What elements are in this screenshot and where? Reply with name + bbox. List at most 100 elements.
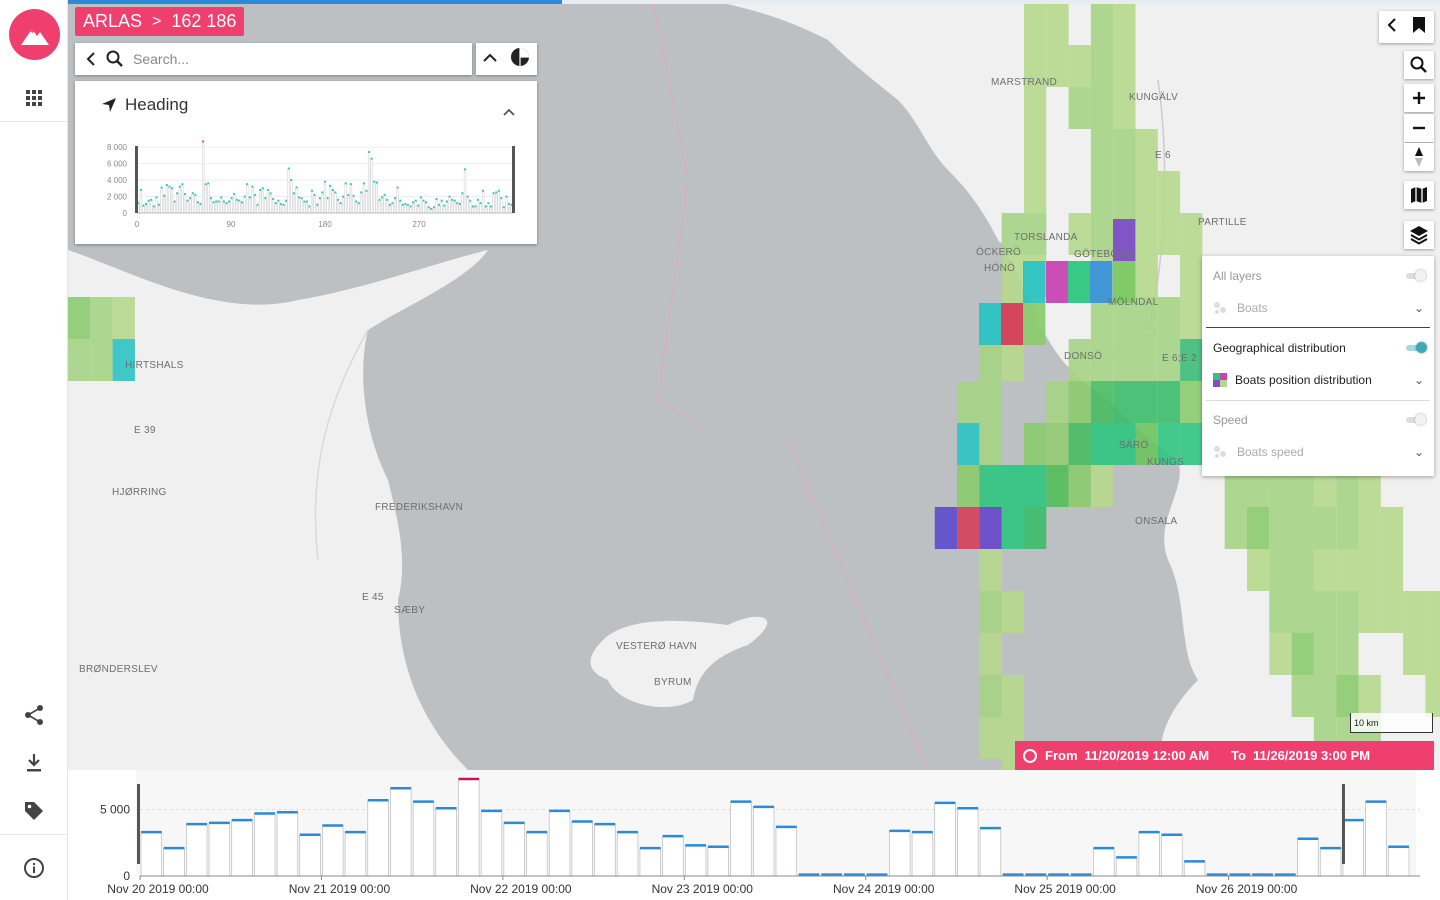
map-place-label: BYRUM [654, 677, 692, 688]
map-grid-cell [1336, 675, 1359, 717]
apps-grid-icon[interactable] [19, 83, 49, 113]
chevron-up-icon[interactable] [483, 50, 497, 68]
basemap-button[interactable] [1404, 181, 1434, 209]
heading-bar [365, 190, 368, 214]
boats-layer-row[interactable]: Boats ⌄ [1202, 292, 1434, 324]
map-grid-cell [1090, 423, 1114, 465]
heading-bar [287, 168, 290, 214]
info-icon[interactable] [19, 853, 49, 883]
boats-position-label: Boats position distribution [1235, 373, 1372, 387]
map-grid-cell [1247, 549, 1270, 591]
heading-bar [393, 197, 397, 214]
speed-toggle[interactable] [1406, 414, 1426, 425]
share-icon[interactable] [19, 700, 49, 730]
time-range-chip[interactable]: From 11/20/2019 12:00 AM To 11/26/2019 3… [1015, 741, 1434, 770]
zoom-in-button[interactable] [1404, 84, 1434, 112]
map-grid-cell [1113, 3, 1136, 45]
search-input[interactable] [133, 43, 472, 75]
geo-distribution-toggle[interactable] [1406, 342, 1427, 353]
map-grid-cell [1090, 3, 1114, 45]
chevron-down-icon[interactable]: ⌄ [1414, 445, 1424, 459]
chevron-left-icon[interactable] [1387, 17, 1397, 37]
download-icon[interactable] [19, 748, 49, 778]
heading-bar [261, 188, 264, 214]
y-tick-label: 8 000 [107, 143, 128, 152]
heading-bar [191, 192, 194, 214]
app-name: ARLAS [83, 11, 143, 31]
y-tick-label: 5 000 [100, 803, 130, 817]
back-icon[interactable] [79, 44, 103, 74]
heading-bar [466, 196, 469, 214]
heading-bar [240, 202, 244, 214]
y-tick-label: 6 000 [107, 160, 128, 169]
app-title-chip[interactable]: ARLAS > 162 186 [75, 7, 245, 36]
map-grid-cell [1313, 549, 1337, 591]
layers-button[interactable] [1404, 221, 1434, 249]
map-grid-cell [1269, 633, 1292, 675]
widget-toggle-group [476, 43, 537, 75]
map-grid-cell [1380, 591, 1404, 633]
timeline-bar [548, 810, 571, 877]
heading-bar [222, 201, 226, 214]
pie-chart-icon[interactable] [510, 47, 530, 72]
map-place-label: ÖCKERÖ [976, 247, 1022, 258]
timeline-bar [163, 847, 185, 877]
heading-bar [443, 205, 446, 214]
timeline-bar [186, 823, 208, 877]
heading-bar [277, 200, 280, 214]
heading-bar [170, 188, 174, 214]
heading-bar [339, 202, 342, 214]
heading-bar [271, 198, 275, 214]
map-grid-cell [1024, 465, 1047, 507]
timeline-handle-right[interactable] [1341, 784, 1345, 864]
timeline-bar [1183, 861, 1206, 877]
heading-bar [380, 197, 384, 214]
arlas-logo[interactable] [9, 9, 60, 60]
heading-histogram[interactable]: 0 2 000 4 000 6 000 8 000 0 90 180 270 [75, 81, 537, 244]
heading-bar [279, 203, 283, 214]
map-grid-cell [1135, 171, 1158, 213]
heading-bar [331, 189, 334, 214]
timeline-handle-left[interactable] [137, 784, 140, 864]
heading-bar [386, 199, 389, 214]
timeline-bar [957, 807, 979, 877]
heading-bar [165, 184, 168, 214]
all-layers-toggle[interactable] [1406, 270, 1426, 281]
boats-position-row[interactable]: Boats position distribution ⌄ [1202, 364, 1434, 396]
speed-label: Speed [1213, 413, 1248, 427]
range-handle-right[interactable] [512, 146, 515, 213]
map-search-button[interactable] [1404, 51, 1434, 79]
zoom-out-button[interactable] [1404, 114, 1434, 142]
map-grid-cell [1336, 507, 1359, 549]
map-grid-cell [1403, 591, 1426, 633]
timeline-bar [140, 831, 163, 877]
mountain-icon [20, 28, 49, 45]
timeline-bar [480, 810, 503, 877]
heading-bar [199, 203, 202, 214]
boats-speed-row[interactable]: Boats speed ⌄ [1202, 436, 1434, 468]
map-grid-cell [979, 465, 1002, 507]
heading-bar [292, 192, 296, 214]
timeline-bar [1115, 857, 1138, 877]
map-grid-cell [1046, 3, 1069, 45]
heading-bar [284, 200, 288, 214]
range-handle-left[interactable] [135, 146, 138, 213]
map-grid-cell [1113, 339, 1136, 381]
map-grid-cell [1269, 549, 1292, 591]
map-grid-cell [1023, 303, 1046, 345]
search-icon[interactable] [103, 44, 127, 74]
compass-button[interactable] [1404, 143, 1434, 171]
heading-bar [375, 182, 379, 214]
chevron-down-icon[interactable]: ⌄ [1414, 373, 1424, 387]
bookmark-icon[interactable] [1412, 16, 1426, 39]
heading-bar [194, 194, 197, 214]
heading-bar [168, 186, 171, 214]
map-place-label: MÖLNDAL [1108, 297, 1159, 308]
map-place-label: FREDERIKSHAVN [375, 502, 464, 513]
tag-icon[interactable] [19, 796, 49, 826]
map-grid-cell [1001, 255, 1024, 297]
heading-bar [300, 197, 303, 214]
chevron-down-icon[interactable]: ⌄ [1414, 301, 1424, 315]
timeline-histogram[interactable]: 0 5 000 Nov 20 2019 00:00 Nov 21 2019 00:00… [68, 770, 1440, 900]
map-grid-cell [1291, 675, 1314, 717]
